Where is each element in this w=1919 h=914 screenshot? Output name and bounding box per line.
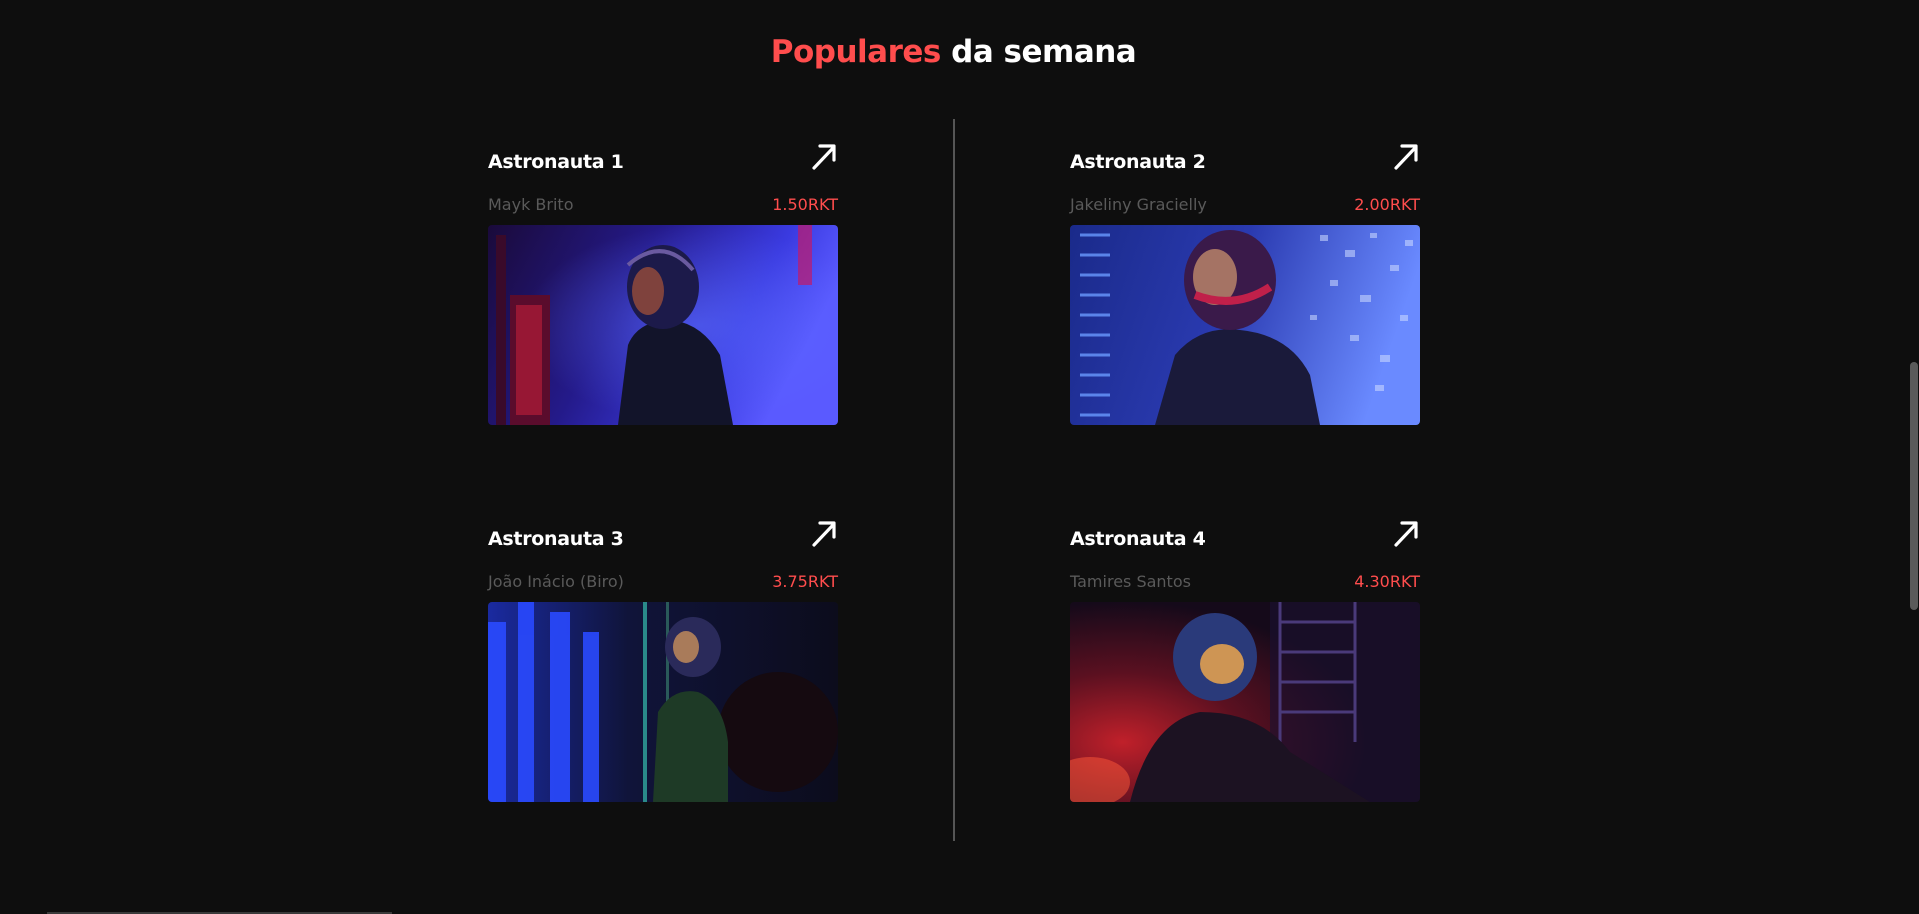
astronaut-2-image[interactable] <box>1070 225 1420 425</box>
card-title: Astronauta 3 <box>488 528 624 550</box>
card-price: 1.50RKT <box>772 195 838 214</box>
nft-card: Astronauta 2 Jakeliny Gracielly 2.00RKT <box>1070 141 1420 425</box>
astronaut-1-image[interactable] <box>488 225 838 425</box>
nft-card: Astronauta 4 Tamires Santos 4.30RKT <box>1070 518 1420 802</box>
card-title: Astronauta 2 <box>1070 151 1206 173</box>
card-artist: Mayk Brito <box>488 195 574 214</box>
card-title: Astronauta 1 <box>488 151 624 173</box>
astronaut-4-image[interactable] <box>1070 602 1420 802</box>
section-title-accent: Populares <box>770 34 942 70</box>
card-price: 4.30RKT <box>1354 572 1420 591</box>
column-divider <box>953 119 955 841</box>
arrow-up-right-icon[interactable] <box>1392 141 1420 171</box>
nft-card: Astronauta 3 João Inácio (Biro) 3.75RKT <box>488 518 838 802</box>
arrow-up-right-icon[interactable] <box>810 518 838 548</box>
arrow-up-right-icon[interactable] <box>810 141 838 171</box>
scrollbar-thumb[interactable] <box>1910 362 1918 610</box>
popular-section: Populares da semana Astronauta 1 Mayk Br… <box>0 0 1919 914</box>
nft-card: Astronauta 1 Mayk Brito 1.50RKT <box>488 141 838 425</box>
card-price: 3.75RKT <box>772 572 838 591</box>
section-title-rest: da semana <box>951 34 1137 70</box>
card-price: 2.00RKT <box>1354 195 1420 214</box>
card-title: Astronauta 4 <box>1070 528 1206 550</box>
section-title: Populares da semana <box>0 34 1907 70</box>
vertical-scrollbar[interactable] <box>1907 0 1919 914</box>
card-artist: Tamires Santos <box>1070 572 1191 591</box>
card-artist: João Inácio (Biro) <box>488 572 624 591</box>
card-artist: Jakeliny Gracielly <box>1070 195 1207 214</box>
arrow-up-right-icon[interactable] <box>1392 518 1420 548</box>
astronaut-3-image[interactable] <box>488 602 838 802</box>
